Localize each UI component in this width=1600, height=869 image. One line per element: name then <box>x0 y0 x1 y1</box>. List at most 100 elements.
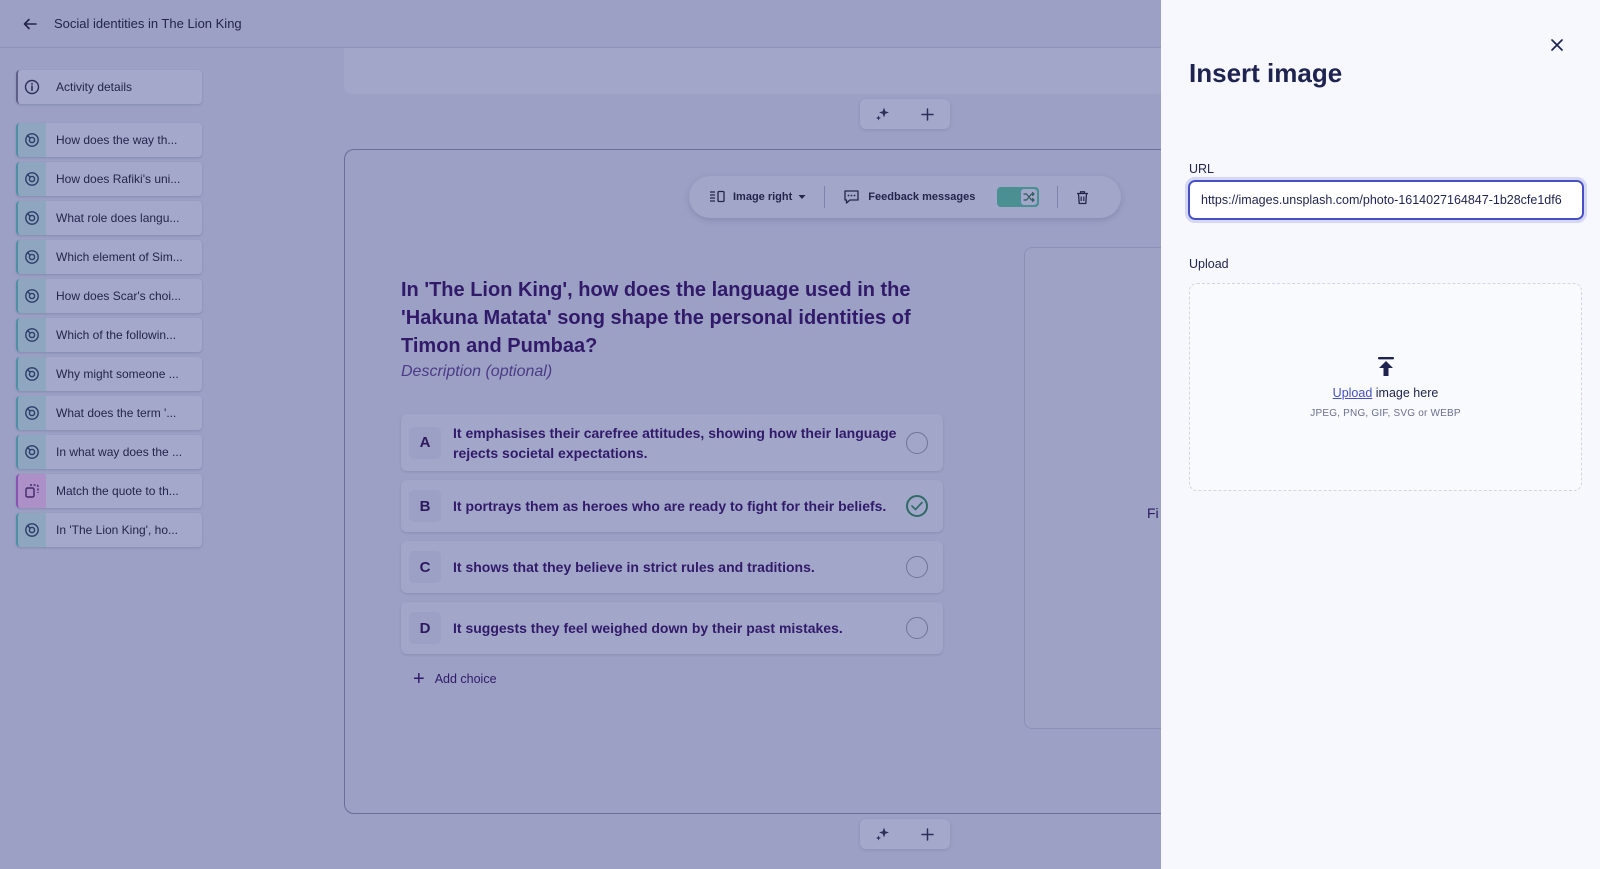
info-icon <box>16 70 46 104</box>
sparkle-icon <box>875 107 889 121</box>
arrow-left-icon <box>23 18 37 29</box>
image-panel-text: Fi <box>1147 505 1159 521</box>
quiz-icon <box>16 162 46 196</box>
sidebar-item-match[interactable]: Match the quote to th... <box>16 474 202 508</box>
close-icon <box>1551 39 1563 51</box>
upload-formats: JPEG, PNG, GIF, SVG or WEBP <box>1310 407 1461 419</box>
plus-icon <box>921 827 934 841</box>
add-question-button[interactable] <box>913 99 943 129</box>
add-choice-label: Add choice <box>434 672 497 686</box>
add-choice-button[interactable]: + Add choice <box>413 669 497 689</box>
choice-letter: A <box>409 426 441 459</box>
correct-answer-radio[interactable] <box>906 556 928 578</box>
back-button[interactable] <box>20 14 40 34</box>
upload-text: image here <box>1372 385 1439 400</box>
sidebar-item-question-7[interactable]: Why might someone ... <box>16 357 202 391</box>
sidebar-item-activity-details[interactable]: Activity details <box>16 70 202 104</box>
delete-question-button[interactable] <box>1076 190 1089 205</box>
sidebar-item-label: Why might someone ... <box>56 367 179 381</box>
choice-text[interactable]: It emphasises their carefree attitudes, … <box>453 423 898 463</box>
previous-question-card <box>344 48 1164 94</box>
sidebar-item-label: Which of the followin... <box>56 328 177 342</box>
choice-a[interactable]: A It emphasises their carefree attitudes… <box>401 414 943 471</box>
sidebar-item-label: How does the way th... <box>56 133 178 147</box>
upload-link[interactable]: Upload <box>1333 386 1373 400</box>
upload-instruction: Upload image here <box>1333 386 1439 400</box>
choice-letter: D <box>409 612 441 644</box>
sidebar-item-question-3[interactable]: What role does langu... <box>16 201 202 235</box>
quiz-icon <box>16 513 46 547</box>
sidebar-item-question-1[interactable]: How does the way th... <box>16 123 202 157</box>
sidebar-item-question-8[interactable]: What does the term '... <box>16 396 202 430</box>
correct-answer-radio[interactable] <box>906 495 928 517</box>
shuffle-toggle[interactable] <box>997 187 1040 207</box>
choice-letter: C <box>409 551 441 583</box>
insert-toolbar-top <box>860 99 950 129</box>
upload-dropzone[interactable]: Upload image here JPEG, PNG, GIF, SVG or… <box>1189 283 1582 491</box>
sidebar-item-label: What does the term '... <box>56 406 177 420</box>
sidebar-item-question-4[interactable]: Which element of Sim... <box>16 240 202 274</box>
quiz-icon <box>16 396 46 430</box>
sidebar-item-label: How does Rafiki's uni... <box>56 172 181 186</box>
sparkle-button[interactable] <box>868 819 898 849</box>
sparkle-icon <box>875 827 889 841</box>
question-toolbar: Image right Feedback messages <box>689 176 1121 218</box>
correct-answer-radio[interactable] <box>906 431 928 454</box>
sidebar-item-question-6[interactable]: Which of the followin... <box>16 318 202 352</box>
sidebar-item-label: What role does langu... <box>56 211 180 225</box>
sidebar-item-question-9[interactable]: In what way does the ... <box>16 435 202 469</box>
choice-b[interactable]: B It portrays them as heroes who are rea… <box>401 480 943 532</box>
image-right-icon <box>710 190 725 203</box>
feedback-messages-label: Feedback messages <box>868 191 976 203</box>
caret-down-icon <box>798 195 806 199</box>
quiz-icon <box>16 435 46 469</box>
image-placeholder-panel[interactable] <box>1024 247 1164 729</box>
feedback-messages-button[interactable]: Feedback messages <box>843 189 975 205</box>
url-input[interactable] <box>1185 177 1587 223</box>
plus-icon <box>921 107 934 121</box>
choice-d[interactable]: D It suggests they feel weighed down by … <box>401 602 943 654</box>
url-label: URL <box>1189 162 1215 176</box>
choice-text[interactable]: It portrays them as heroes who are ready… <box>453 496 898 516</box>
choice-letter: B <box>409 490 441 522</box>
trash-icon <box>1077 190 1089 204</box>
sidebar-item-question-11[interactable]: In 'The Lion King', ho... <box>16 513 202 547</box>
upload-icon[interactable] <box>1376 356 1396 378</box>
drawer-title: Insert image <box>1189 58 1343 88</box>
insert-image-drawer: Insert image URL Upload Upload image her… <box>1161 0 1600 869</box>
toolbar-divider <box>1057 186 1059 208</box>
insert-toolbar-bottom <box>860 819 950 849</box>
sidebar-item-label: How does Scar's choi... <box>56 289 182 303</box>
page-title: Social identities in The Lion King <box>54 16 242 31</box>
image-position-label: Image right <box>733 191 793 203</box>
quiz-icon <box>16 240 46 274</box>
quiz-icon <box>16 123 46 157</box>
close-button[interactable] <box>1548 36 1566 54</box>
comment-icon <box>844 190 859 204</box>
add-question-button[interactable] <box>913 819 943 849</box>
sparkle-button[interactable] <box>868 99 898 129</box>
sidebar-item-label: Which element of Sim... <box>56 250 183 264</box>
choice-text[interactable]: It shows that they believe in strict rul… <box>453 557 898 577</box>
sidebar-item-label: In 'The Lion King', ho... <box>56 523 178 537</box>
choice-c[interactable]: C It shows that they believe in strict r… <box>401 541 943 593</box>
question-description-input[interactable]: Description (optional) <box>401 363 552 381</box>
sidebar-item-label: Match the quote to th... <box>56 484 179 498</box>
checkmark-icon <box>911 501 923 511</box>
match-icon <box>16 474 46 508</box>
image-position-dropdown[interactable]: Image right <box>709 190 806 204</box>
quiz-icon <box>16 201 46 235</box>
quiz-icon <box>16 318 46 352</box>
sidebar-item-question-2[interactable]: How does Rafiki's uni... <box>16 162 202 196</box>
quiz-icon <box>16 279 46 313</box>
upload-label: Upload <box>1189 257 1229 271</box>
quiz-icon <box>16 357 46 391</box>
sidebar-item-label: Activity details <box>56 80 133 94</box>
choice-text[interactable]: It suggests they feel weighed down by th… <box>453 618 898 638</box>
shuffle-icon <box>1021 189 1038 205</box>
sidebar-item-label: In what way does the ... <box>56 445 183 459</box>
sidebar-item-question-5[interactable]: How does Scar's choi... <box>16 279 202 313</box>
question-title[interactable]: In 'The Lion King', how does the languag… <box>401 276 941 360</box>
correct-answer-radio[interactable] <box>906 617 928 639</box>
toolbar-divider <box>824 186 826 208</box>
